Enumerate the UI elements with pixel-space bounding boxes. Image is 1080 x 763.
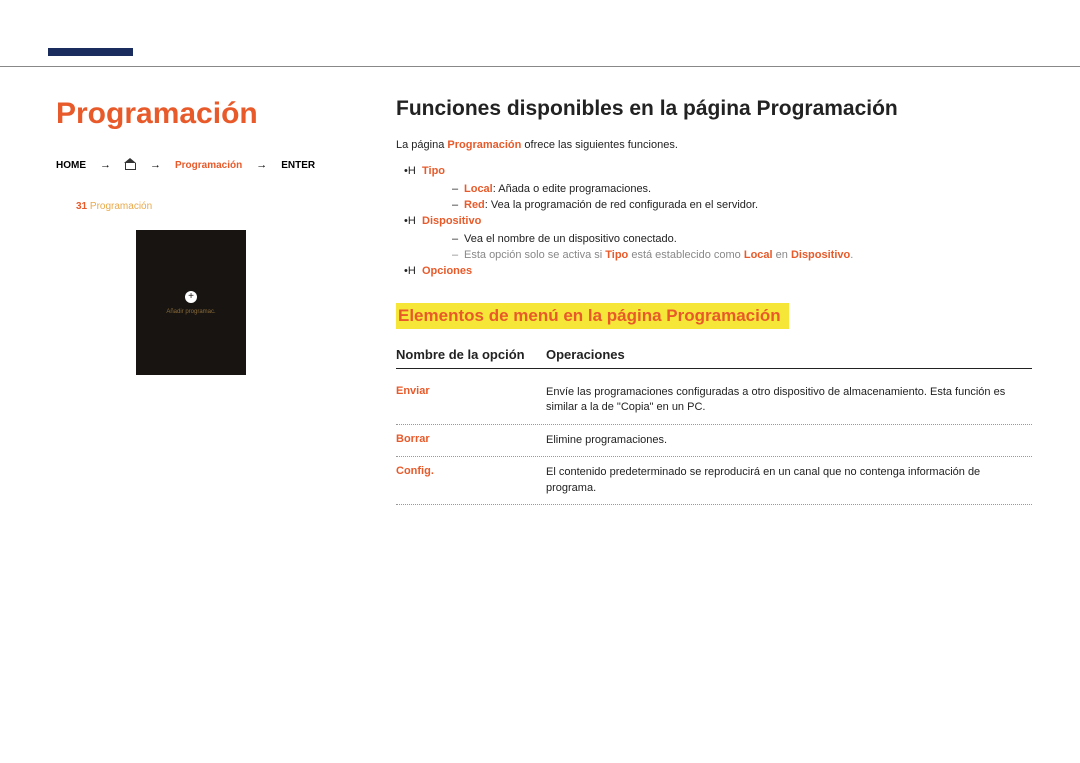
bullet-tipo-label: Tipo (422, 165, 445, 177)
note-mid2: en (773, 249, 791, 261)
sub-disp: –Vea el nombre de un dispositivo conecta… (452, 233, 1032, 245)
bullet-opc-label: Opciones (422, 265, 472, 277)
sub-local: –Local: Añada o edite programaciones. (452, 183, 1032, 195)
table-row: Borrar Elimine programaciones. (396, 425, 1032, 457)
col-name-header: Nombre de la opción (396, 347, 546, 362)
screenshot-thumbnail: + Añadir programac. (136, 230, 246, 375)
sub-local-post: : Añada o edite programaciones. (493, 183, 651, 195)
row-opt: Borrar (396, 433, 546, 448)
nav-home-label: HOME (56, 160, 86, 171)
bullet-dispositivo: •HDispositivo (404, 215, 1032, 227)
thumb-num: 31 (76, 201, 87, 212)
note-post: . (850, 249, 853, 261)
table-row: Config. El contenido predeterminado se r… (396, 457, 1032, 505)
plus-icon: + (185, 291, 197, 303)
note-mid: está establecido como (628, 249, 744, 261)
sub-note: –Esta opción solo se activa si Tipo está… (452, 249, 1032, 261)
table-header: Nombre de la opción Operaciones (396, 347, 1032, 369)
bullet-list: •HTipo –Local: Añada o edite programacio… (404, 165, 1032, 277)
thumb-label: Programación (90, 201, 152, 212)
col-ops-header: Operaciones (546, 347, 1032, 362)
sub-disp-text: Vea el nombre de un dispositivo conectad… (464, 233, 677, 245)
bullet-disp-label: Dispositivo (422, 215, 481, 227)
sub-local-red: Local (464, 183, 493, 195)
row-desc: El contenido predeterminado se reproduci… (546, 465, 1032, 496)
bullet-tipo: •HTipo (404, 165, 1032, 177)
nav-prog-label: Programación (175, 160, 242, 171)
intro-red: Programación (447, 139, 521, 151)
table-row: Enviar Envíe las programaciones configur… (396, 377, 1032, 425)
note-r3: Dispositivo (791, 249, 850, 261)
intro-post: ofrece las siguientes funciones. (521, 139, 678, 151)
menu-section-heading: Elementos de menú en la página Programac… (396, 303, 789, 329)
page-title: Programación (56, 97, 356, 131)
page-content: Programación HOME → → Programación → ENT… (0, 67, 1080, 505)
left-column: Programación HOME → → Programación → ENT… (56, 97, 396, 505)
sub-red-post: : Vea la programación de red configurada… (485, 199, 758, 211)
right-column: Funciones disponibles en la página Progr… (396, 97, 1032, 505)
breadcrumb: HOME → → Programación → ENTER (56, 159, 356, 171)
sub-red-red: Red (464, 199, 485, 211)
row-desc: Elimine programaciones. (546, 433, 1032, 448)
top-accent-bar (48, 48, 133, 56)
intro-pre: La página (396, 139, 447, 151)
row-opt: Enviar (396, 385, 546, 416)
row-opt: Config. (396, 465, 546, 496)
home-icon (125, 160, 136, 170)
bullet-opciones: •HOpciones (404, 265, 1032, 277)
arrow-icon: → (100, 159, 111, 171)
arrow-icon: → (256, 159, 267, 171)
nav-enter-label: ENTER (281, 160, 315, 171)
thumb-caption: 31 Programación (76, 201, 356, 212)
note-r2: Local (744, 249, 773, 261)
sub-red: –Red: Vea la programación de red configu… (452, 199, 1032, 211)
note-pre: Esta opción solo se activa si (464, 249, 605, 261)
arrow-icon: → (150, 159, 161, 171)
thumb-button-label: Añadir programac. (166, 309, 215, 315)
section-heading: Funciones disponibles en la página Progr… (396, 97, 1032, 121)
note-r1: Tipo (605, 249, 628, 261)
intro-text: La página Programación ofrece las siguie… (396, 139, 1032, 151)
row-desc: Envíe las programaciones configuradas a … (546, 385, 1032, 416)
